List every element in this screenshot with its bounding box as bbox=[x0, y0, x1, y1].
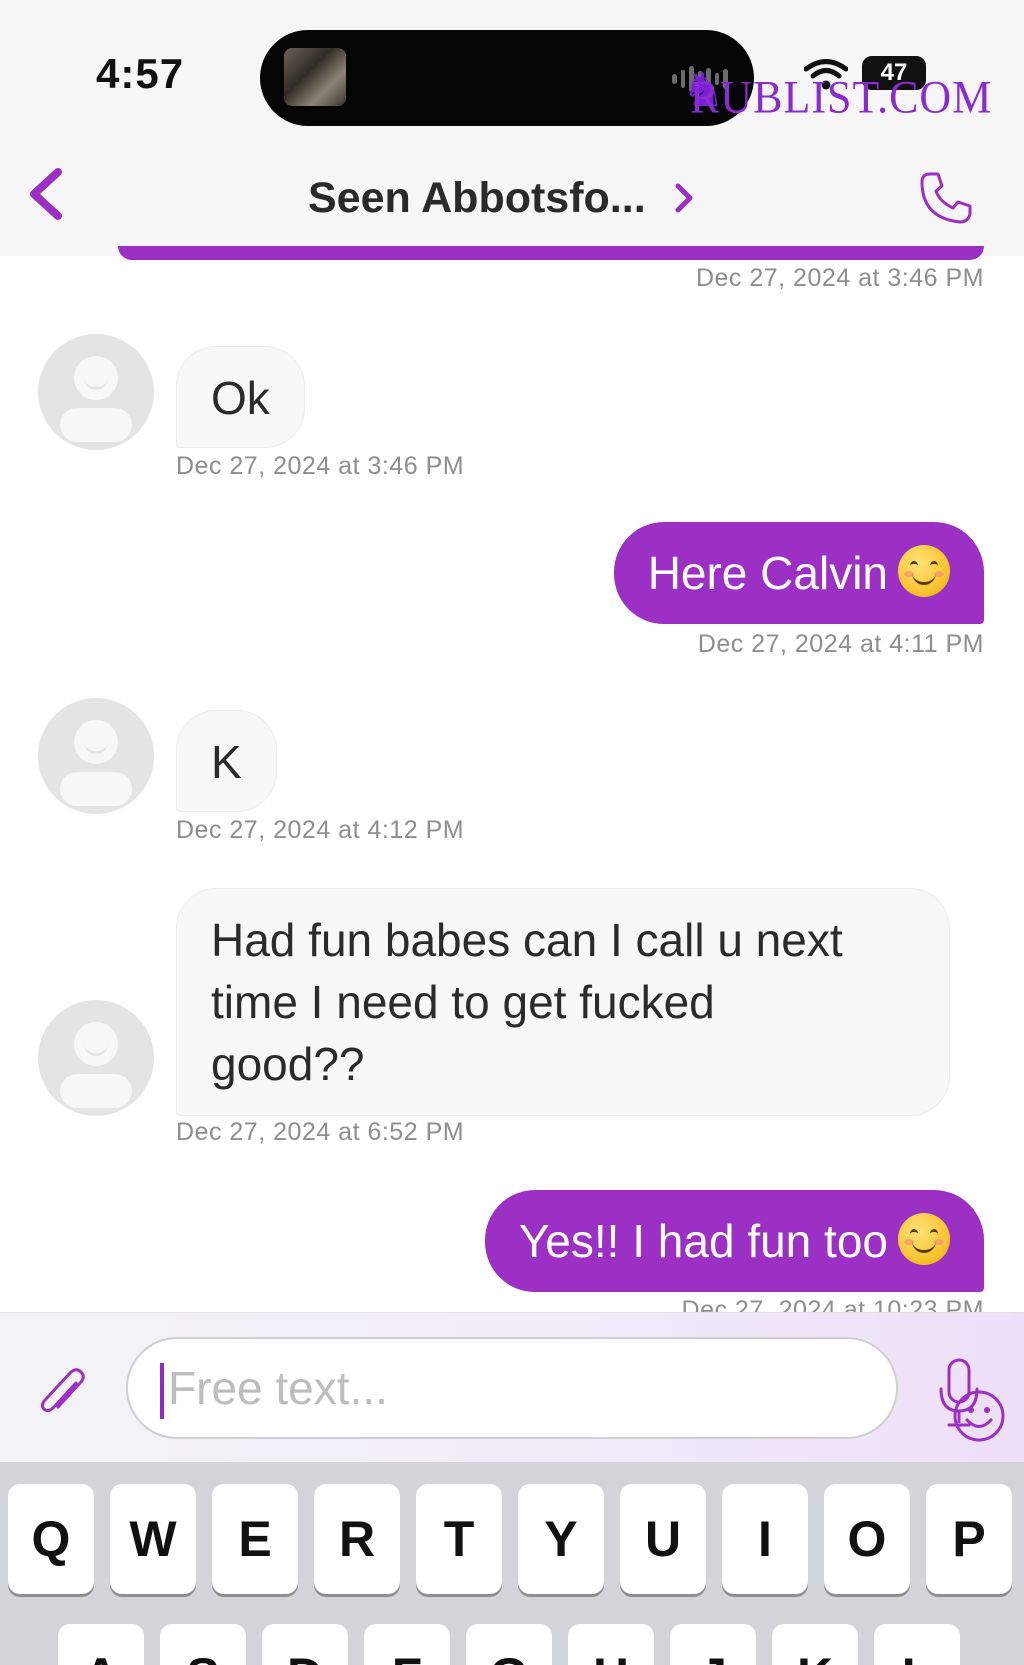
message-timestamp: Dec 27, 2024 at 4:12 PM bbox=[176, 816, 465, 844]
avatar-body bbox=[60, 1074, 132, 1108]
message-text-line: Had fun babes can I call u next bbox=[211, 914, 843, 966]
text-cursor bbox=[160, 1363, 164, 1419]
conversation-header: Seen Abbotsfo... bbox=[0, 140, 1024, 256]
message-text: K bbox=[211, 736, 242, 788]
key-h[interactable]: H bbox=[568, 1624, 654, 1665]
status-time: 4:57 bbox=[96, 50, 185, 97]
key-u[interactable]: U bbox=[620, 1484, 706, 1594]
key-q[interactable]: Q bbox=[8, 1484, 94, 1594]
smiling-face-emoji-icon bbox=[898, 1213, 950, 1265]
message-text-line: good?? bbox=[211, 1038, 365, 1090]
avatar-body bbox=[60, 772, 132, 806]
phone-call-icon[interactable] bbox=[918, 170, 974, 226]
key-f[interactable]: F bbox=[364, 1624, 450, 1665]
message-text-line: time I need to get fucked bbox=[211, 976, 715, 1028]
back-chevron-icon[interactable] bbox=[22, 164, 70, 224]
microphone-icon[interactable] bbox=[936, 1357, 982, 1431]
message-text: Here Calvin bbox=[647, 547, 888, 599]
message-timestamp: Dec 27, 2024 at 10:23 PM bbox=[681, 1296, 984, 1312]
contact-avatar[interactable] bbox=[38, 1000, 154, 1116]
message-timestamp: Dec 27, 2024 at 3:46 PM bbox=[695, 264, 984, 292]
watermark-text: RUBLIST.COM bbox=[690, 71, 993, 124]
contact-avatar[interactable] bbox=[38, 334, 154, 450]
key-o[interactable]: O bbox=[824, 1484, 910, 1594]
status-bar: 4:57 47 ♞ RUBLIST.COM bbox=[0, 0, 1024, 140]
message-input[interactable]: Free text... bbox=[126, 1337, 1005, 1442]
smiling-face-emoji-icon bbox=[898, 545, 950, 597]
key-t[interactable]: T bbox=[416, 1484, 502, 1594]
key-s[interactable]: S bbox=[160, 1624, 246, 1665]
key-g[interactable]: G bbox=[466, 1624, 552, 1665]
key-w[interactable]: W bbox=[110, 1484, 196, 1594]
message-input-placeholder: Free text... bbox=[168, 1362, 388, 1414]
now-playing-artwork bbox=[284, 48, 346, 106]
message-timestamp: Dec 27, 2024 at 3:46 PM bbox=[176, 452, 465, 480]
conversation-title[interactable]: Seen Abbotsfo... bbox=[308, 174, 646, 223]
key-i[interactable]: I bbox=[722, 1484, 808, 1594]
outgoing-message-bubble[interactable]: Here Calvin bbox=[613, 522, 984, 624]
key-a[interactable]: A bbox=[58, 1624, 144, 1665]
message-text: Ok bbox=[211, 372, 270, 424]
key-p[interactable]: P bbox=[926, 1484, 1012, 1594]
paperclip-attach-icon[interactable] bbox=[36, 1365, 88, 1421]
onscreen-keyboard: Q W E R T Y U I O P A S D F G H J K L bbox=[0, 1462, 1024, 1665]
incoming-message-bubble[interactable]: Ok bbox=[176, 346, 305, 448]
key-r[interactable]: R bbox=[314, 1484, 400, 1594]
key-j[interactable]: J bbox=[670, 1624, 756, 1665]
avatar-body bbox=[60, 408, 132, 442]
key-d[interactable]: D bbox=[262, 1624, 348, 1665]
message-timestamp: Dec 27, 2024 at 4:11 PM bbox=[697, 630, 984, 658]
key-e[interactable]: E bbox=[212, 1484, 298, 1594]
message-text: Yes!! I had fun too bbox=[518, 1215, 888, 1267]
key-y[interactable]: Y bbox=[518, 1484, 604, 1594]
incoming-message-bubble[interactable]: K bbox=[176, 710, 277, 812]
key-k[interactable]: K bbox=[772, 1624, 858, 1665]
contact-avatar[interactable] bbox=[38, 698, 154, 814]
key-l[interactable]: L bbox=[874, 1624, 960, 1665]
outgoing-message-bubble[interactable]: Yes!! I had fun too bbox=[484, 1190, 984, 1292]
incoming-message-bubble[interactable]: Had fun babes can I call u next time I n… bbox=[176, 888, 950, 1116]
dynamic-island[interactable] bbox=[260, 30, 754, 126]
message-timestamp: Dec 27, 2024 at 6:52 PM bbox=[176, 1118, 465, 1146]
outgoing-message-bubble-partial[interactable] bbox=[118, 246, 984, 260]
chevron-right-icon[interactable] bbox=[672, 180, 696, 216]
message-composer: Free text... bbox=[0, 1312, 1024, 1462]
